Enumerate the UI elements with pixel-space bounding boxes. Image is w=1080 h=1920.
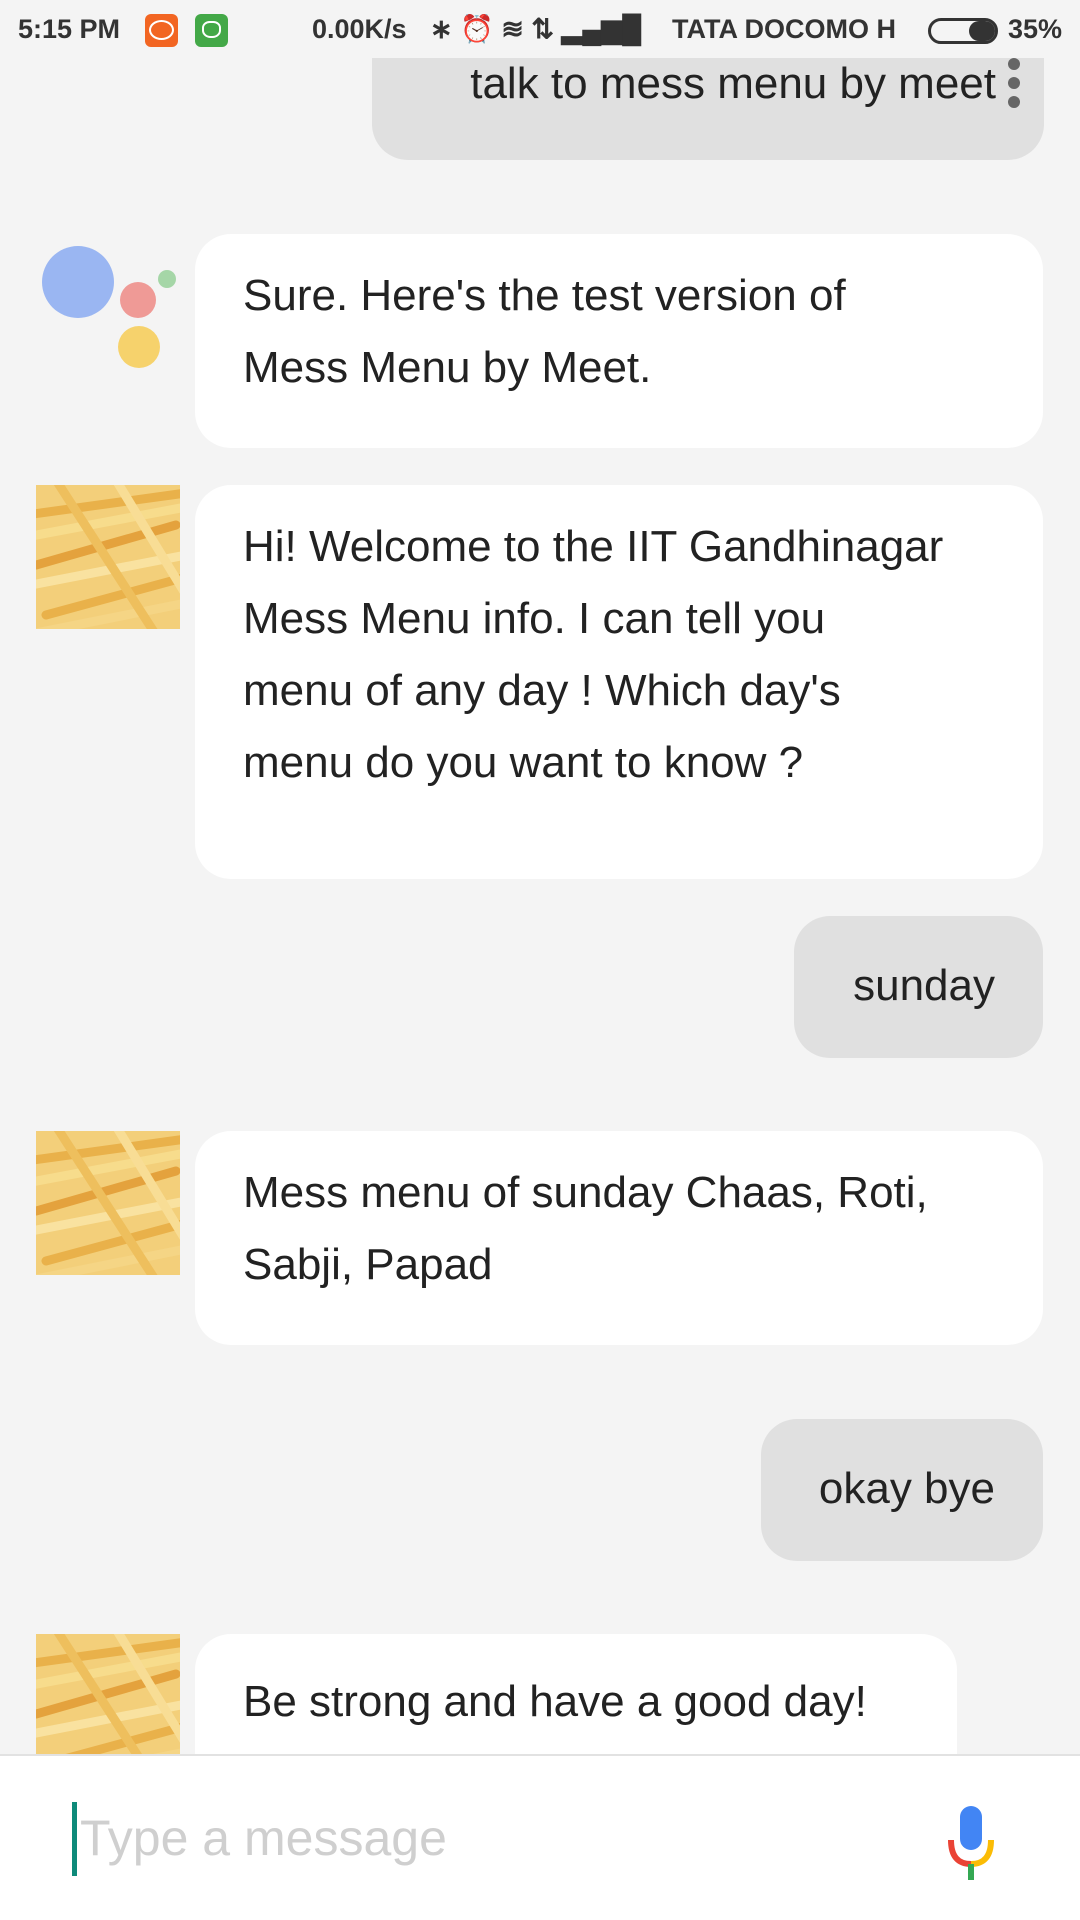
- battery-icon: [928, 18, 998, 44]
- screen: 5:15 PM 0.00K/s ∗ ⏰ ≋ ⇅ ▂▄▆█ TATA DOCOMO…: [0, 0, 1080, 1920]
- message-line: Be strong and have a good day!: [243, 1677, 867, 1726]
- message-line: menu of any day ! Which day's: [243, 666, 841, 715]
- message-line: Sure. Here's the test version of: [243, 271, 846, 320]
- carrier-name: TATA DOCOMO H: [672, 12, 896, 46]
- chat-conversation[interactable]: talk to mess menu by meet Sure. Here's t…: [0, 58, 1080, 1754]
- user-message-text: talk to mess menu by meet: [470, 59, 996, 108]
- user-message-bubble[interactable]: talk to mess menu by meet: [372, 58, 1044, 160]
- google-assistant-logo: [38, 242, 178, 372]
- assistant-message-bubble[interactable]: Sure. Here's the test version of Mess Me…: [195, 234, 1043, 448]
- user-message-bubble[interactable]: sunday: [794, 916, 1043, 1058]
- message-line: menu do you want to know ?: [243, 738, 804, 787]
- message-line: Sabji, Papad: [243, 1240, 493, 1289]
- agent-message-bubble[interactable]: Hi! Welcome to the IIT Gandhinagar Mess …: [195, 485, 1043, 879]
- android-app-icon: [195, 14, 228, 47]
- message-input[interactable]: Type a message: [80, 1806, 447, 1870]
- agent-message-bubble[interactable]: Mess menu of sunday Chaas, Roti, Sabji, …: [195, 1131, 1043, 1345]
- battery-percent: 35%: [1008, 14, 1063, 44]
- message-line: Mess Menu info. I can tell you: [243, 594, 826, 643]
- user-message-text: sunday: [853, 961, 995, 1010]
- agent-avatar: [36, 1634, 180, 1754]
- user-message-bubble[interactable]: okay bye: [761, 1419, 1043, 1561]
- message-line: Mess menu of sunday Chaas, Roti,: [243, 1168, 928, 1217]
- agent-avatar: [36, 485, 180, 629]
- network-type: H: [876, 14, 896, 44]
- more-vert-icon[interactable]: [1008, 58, 1022, 110]
- message-line: Mess Menu by Meet.: [243, 343, 652, 392]
- text-cursor: [72, 1802, 77, 1876]
- status-bar: 5:15 PM 0.00K/s ∗ ⏰ ≋ ⇅ ▂▄▆█ TATA DOCOMO…: [0, 0, 1080, 58]
- agent-avatar: [36, 1131, 180, 1275]
- user-message-text: okay bye: [818, 1464, 995, 1513]
- mi-app-icon: [145, 14, 178, 47]
- status-time: 5:15 PM: [18, 14, 121, 44]
- status-icons: ∗ ⏰ ≋ ⇅ ▂▄▆█: [430, 14, 642, 44]
- message-input-bar: Type a message: [0, 1754, 1080, 1920]
- message-line: Hi! Welcome to the IIT Gandhinagar: [243, 522, 944, 571]
- carrier-label: TATA DOCOMO: [672, 14, 869, 44]
- agent-message-bubble[interactable]: Be strong and have a good day!: [195, 1634, 957, 1754]
- mic-icon[interactable]: [946, 1804, 996, 1884]
- network-speed: 0.00K/s: [312, 14, 407, 44]
